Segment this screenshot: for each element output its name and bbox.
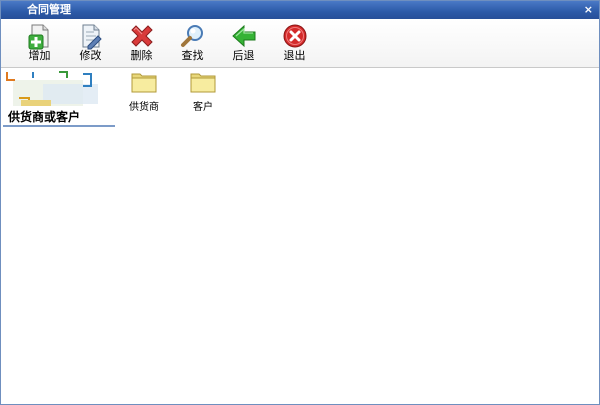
edit-document-icon [82,24,102,50]
edit-button-label: 修改 [79,49,102,62]
close-icon[interactable]: × [584,1,593,19]
toolbar: 增加 修改 删除 查找 后退 退出 [1,19,599,68]
panel-banner-graphic [3,70,113,106]
add-button-label: 增加 [28,49,51,62]
back-arrow-icon [231,24,255,48]
window-title: 合同管理 [27,3,71,16]
exit-circle-icon [283,24,306,48]
delete-button[interactable]: 删除 [116,19,167,67]
folder-suppliers[interactable]: 供货商 [124,71,164,113]
folder-customers-label: 客户 [193,102,213,113]
contract-management-window: 合同管理 × 增加 修改 删除 查找 后退 退出 供货商或客户 供货商 客户 [0,0,600,405]
add-document-icon [28,24,48,50]
delete-x-icon [130,25,153,47]
find-button[interactable]: 查找 [167,19,218,67]
panel-title: 供货商或客户 [8,110,81,124]
exit-button-label: 退出 [283,49,306,62]
panel-divider [3,125,115,127]
find-button-label: 查找 [181,49,204,62]
magnifier-icon [180,25,203,47]
edit-button[interactable]: 修改 [65,19,116,67]
back-button-label: 后退 [232,49,255,62]
folder-suppliers-label: 供货商 [129,102,159,113]
folder-icon [131,73,157,93]
exit-button[interactable]: 退出 [269,19,320,67]
folder-icon [190,73,216,93]
add-button[interactable]: 增加 [14,19,65,67]
delete-button-label: 删除 [130,49,153,62]
category-panel: 供货商或客户 [1,68,115,128]
folder-customers[interactable]: 客户 [183,71,223,113]
title-bar: 合同管理 × [1,1,599,19]
back-button[interactable]: 后退 [218,19,269,67]
